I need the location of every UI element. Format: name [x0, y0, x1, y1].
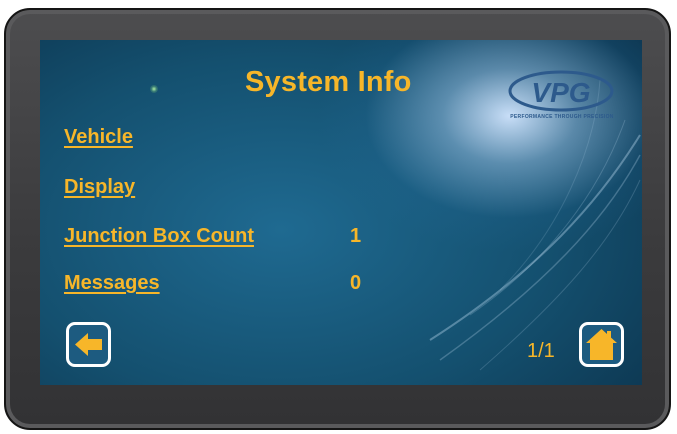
messages-link[interactable]: Messages — [64, 272, 160, 295]
logo-text: VPG — [531, 77, 590, 108]
logo-tagline: PERFORMANCE THROUGH PRECISION — [510, 114, 614, 120]
junction-box-count-value: 1 — [350, 225, 362, 247]
page-title: System Info — [245, 66, 412, 98]
back-button[interactable] — [66, 322, 111, 367]
vehicle-link[interactable]: Vehicle — [64, 126, 133, 149]
junction-box-count-link[interactable]: Junction Box Count — [64, 225, 254, 248]
device-bezel: System Info VPG PERFORMANCE THROUGH PREC… — [4, 8, 671, 430]
home-button[interactable] — [579, 322, 624, 367]
messages-value: 0 — [350, 272, 362, 294]
home-icon — [586, 329, 617, 360]
arrow-left-icon — [75, 333, 102, 356]
display-link[interactable]: Display — [64, 176, 135, 199]
display-screen: System Info VPG PERFORMANCE THROUGH PREC… — [40, 40, 642, 385]
page-indicator: 1/1 — [527, 340, 555, 362]
